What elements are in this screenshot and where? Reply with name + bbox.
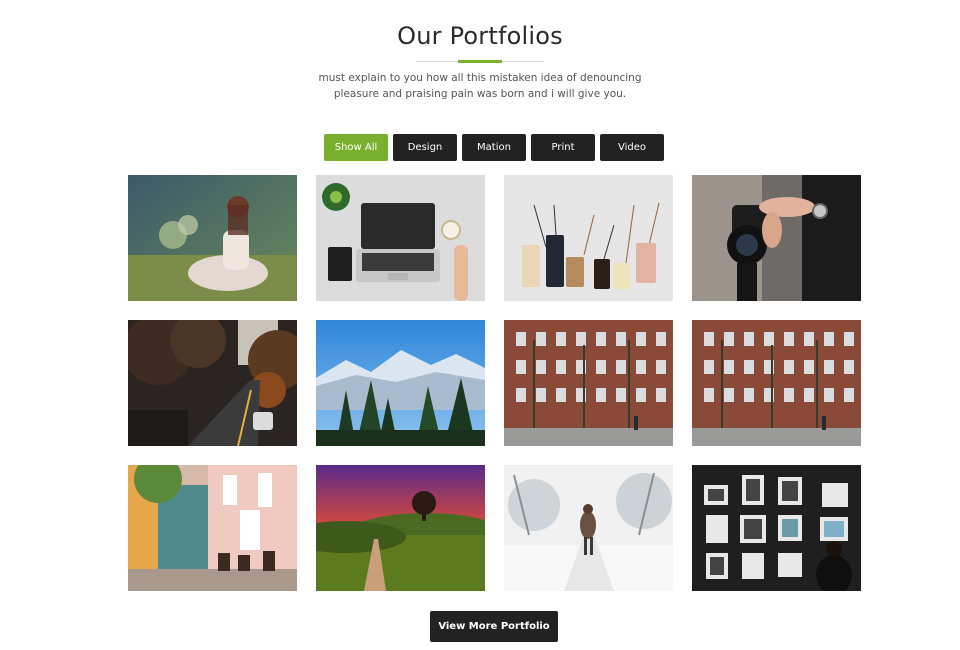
portfolio-item-brick-building-street[interactable] <box>692 320 861 446</box>
title-divider-accent <box>458 60 502 63</box>
filter-print-button[interactable]: Print <box>531 134 595 161</box>
portfolio-image <box>128 175 297 301</box>
title-divider <box>416 60 544 63</box>
portfolio-item-snowy-mountains-pines[interactable] <box>316 320 485 446</box>
portfolio-item-camera-in-hands[interactable] <box>692 175 861 301</box>
filter-design-button[interactable]: Design <box>393 134 457 161</box>
portfolio-item-autumn-forest-road[interactable] <box>128 320 297 446</box>
portfolio-filters: Show All Design Mation Print Video <box>324 134 664 161</box>
portfolio-image <box>692 175 861 301</box>
portfolio-image <box>504 465 673 591</box>
portfolio-image <box>692 320 861 446</box>
filter-mation-button[interactable]: Mation <box>462 134 526 161</box>
portfolio-image <box>504 175 673 301</box>
portfolio-image <box>316 465 485 591</box>
filter-video-button[interactable]: Video <box>600 134 664 161</box>
portfolio-item-gallery-wall-photos[interactable] <box>692 465 861 591</box>
portfolio-item-brick-building-street[interactable] <box>504 320 673 446</box>
portfolio-item-woman-sitting-in-field[interactable] <box>128 175 297 301</box>
section-title: Our Portfolios <box>397 22 563 50</box>
section-subtitle: must explain to you how all this mistake… <box>318 72 642 100</box>
filter-show-all-button[interactable]: Show All <box>324 134 388 161</box>
portfolio-image <box>316 320 485 446</box>
portfolio-grid <box>128 175 861 591</box>
portfolio-item-sunset-hill-road[interactable] <box>316 465 485 591</box>
portfolio-image <box>316 175 485 301</box>
view-more-portfolio-button[interactable]: View More Portfolio <box>430 611 558 642</box>
portfolio-image <box>504 320 673 446</box>
portfolio-image <box>128 465 297 591</box>
portfolio-image <box>128 320 297 446</box>
portfolio-item-price-tags[interactable] <box>504 175 673 301</box>
portfolio-item-colorful-street-cafe[interactable] <box>128 465 297 591</box>
portfolio-image <box>692 465 861 591</box>
portfolio-item-laptop-on-desk[interactable] <box>316 175 485 301</box>
portfolio-item-snowy-path-person[interactable] <box>504 465 673 591</box>
